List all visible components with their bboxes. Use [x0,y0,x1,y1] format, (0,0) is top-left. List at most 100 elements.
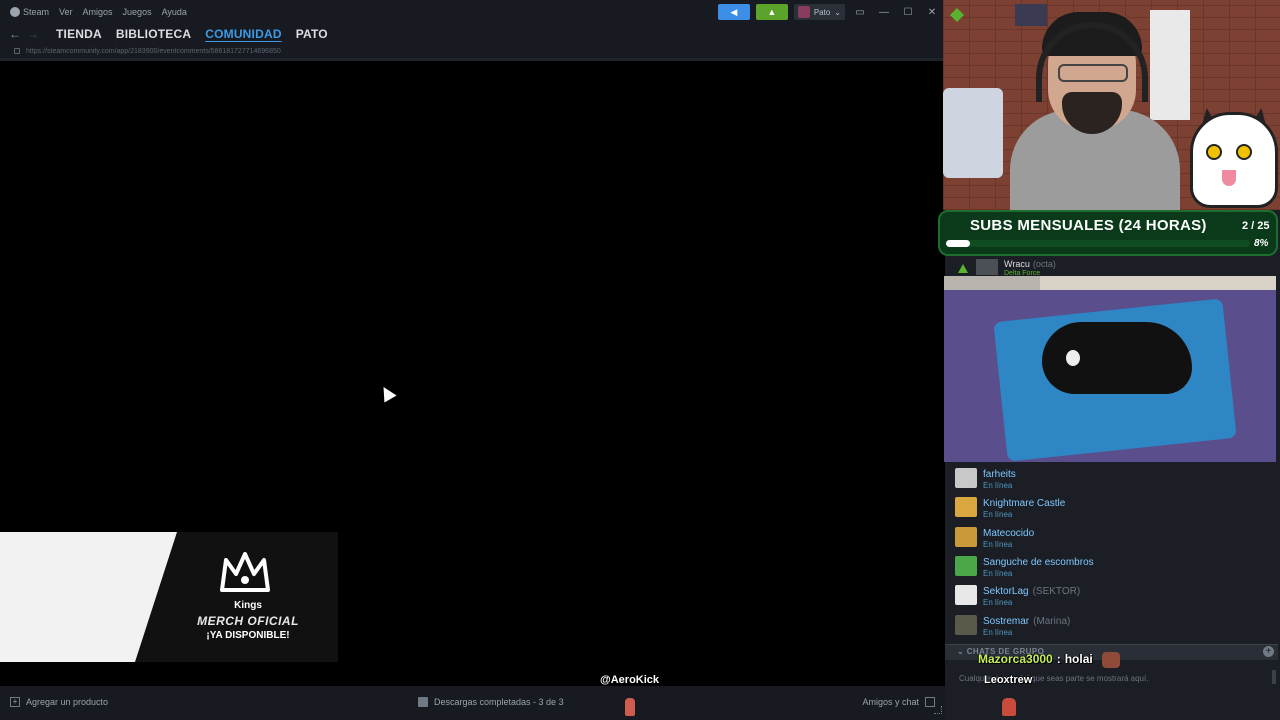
downloads-button[interactable]: Descargas completadas - 3 de 3 [418,697,564,707]
big-picture-button[interactable]: ▭ [851,4,869,20]
megaphone-icon: ◀ [730,6,738,17]
friend-name-label: Wracu [1004,259,1030,269]
subs-goal-count: 2 / 25 [1242,220,1270,232]
lock-icon [14,48,20,54]
friend-name: Sostremar (Marina) [983,616,1070,627]
tab-tienda[interactable]: TIENDA [56,27,102,41]
chevron-down-icon: ⌄ [957,647,967,656]
user-menu[interactable]: Pato ⌄ [793,4,845,20]
user-menu-name: Pato [813,7,831,17]
friends-chat-label: Amigos y chat [862,697,919,707]
friend-status: En línea [983,627,1013,637]
friend-avatar [955,585,977,606]
friend-name-label: farheits [983,469,1016,480]
scrollbar[interactable] [1272,670,1276,684]
menubar-right: ◀ ▲ Pato ⌄ ▭ — ☐ ✕ [717,0,945,24]
tab-biblioteca[interactable]: BIBLIOTECA [116,27,191,41]
add-product-label: Agregar un producto [26,697,109,707]
minimize-button[interactable]: — [875,4,893,20]
friend-row[interactable]: Knightmare Castle En línea [945,495,1280,523]
mini-character-icon [625,698,635,716]
steam-window: Steam Ver Amigos Juegos Ayuda ◀ ▲ Pato ⌄… [0,0,945,720]
shelf [1150,10,1190,120]
maximize-button[interactable]: ☐ [899,4,917,20]
friend-avatar [976,259,998,275]
friend-name: Sanguche de escombros [983,557,1094,568]
menubar: Steam Ver Amigos Juegos Ayuda ◀ ▲ Pato ⌄… [0,0,945,24]
cartoon-cat-eye-left [1206,144,1222,160]
friend-avatar [955,497,977,518]
friend-name-label: SektorLag [983,586,1029,598]
menu-juegos[interactable]: Juegos [123,7,152,17]
webcam-bed [943,88,1003,178]
notifications-button[interactable]: ▲ [755,4,788,20]
announcements-button[interactable]: ◀ [717,4,750,20]
menu-ayuda[interactable]: Ayuda [162,7,187,17]
friend-nick: (SEKTOR) [1032,586,1081,598]
friend-name: Matecocido [983,528,1034,539]
cartoon-cat-eye-right [1236,144,1252,160]
subs-goal-percent: 8% [1254,238,1269,249]
chat-separator: : [1056,652,1061,666]
friend-avatar [955,555,977,576]
tab-pato[interactable]: PATO [296,27,328,41]
friend-name-label: Sanguche de escombros [983,556,1094,568]
bell-icon: ▲ [767,7,777,17]
chat-text: holai [1064,652,1093,666]
subs-goal-title: SUBS MENSUALES (24 HORAS) [970,217,1207,234]
menu-amigos[interactable]: Amigos [83,7,113,17]
back-arrow-icon[interactable]: ← [6,27,24,41]
chat-message: Mazorca3000: holai [978,652,1093,666]
friend-status: En línea [983,481,1013,490]
friend-avatar [955,526,977,547]
menu-steam[interactable]: Steam [10,7,49,17]
screen: Steam Ver Amigos Juegos Ayuda ◀ ▲ Pato ⌄… [0,0,1280,720]
friend-status: En línea [983,568,1013,578]
chevron-down-icon: ⌄ [834,7,841,17]
friend-row[interactable]: Matecocido En línea [945,525,1280,553]
close-button[interactable]: ✕ [923,4,941,20]
friend-row[interactable]: Sostremar (Marina) En línea [945,613,1280,641]
friend-row[interactable]: Sanguche de escombros En línea [945,554,1280,582]
menu-ver[interactable]: Ver [59,7,73,17]
mini-character-icon-2 [1002,698,1016,716]
friend-name-label: Knightmare Castle [983,498,1066,510]
friend-nick: (octa) [1032,259,1056,269]
friend-name-label: Matecocido [983,527,1035,539]
chat-emote-icon [1102,652,1120,668]
add-product-button[interactable]: + Agregar un producto [10,697,108,707]
friend-row[interactable]: farheits En línea [945,466,1280,494]
subs-goal-fill [946,240,970,247]
cartoon-cat-tongue [1222,170,1236,186]
plus-icon: + [10,697,20,707]
in-game-triangle-icon [958,264,968,273]
sleeping-cat [1042,322,1192,394]
friend-name: farheits [983,469,1016,480]
overlay-handle: @AeroKick [600,674,660,686]
close-icon: ✕ [927,6,937,18]
friend-nick: (Marina) [1033,615,1071,627]
forward-arrow-icon[interactable]: → [24,27,42,41]
tab-comunidad[interactable]: COMUNIDAD [205,27,281,41]
maximize-icon: ☐ [903,6,913,18]
friend-row[interactable]: SektorLag (SEKTOR) En línea [945,583,1280,611]
avatar [797,6,810,18]
download-icon [418,697,428,707]
crown-logo-icon [220,552,270,592]
merch-subtitle: ¡YA DISPONIBLE! [206,630,290,641]
merch-brand: Kings [234,600,262,611]
friend-name: SektorLag (SEKTOR) [983,586,1080,597]
navbar: ← → TIENDA BIBLIOTECA COMUNIDAD PATO [0,24,945,44]
resize-grip-icon[interactable] [934,706,942,714]
merch-banner [0,532,338,662]
friend-name: Knightmare Castle [983,498,1065,509]
status-bar: + Agregar un producto Descargas completa… [0,686,945,720]
subs-goal-track [946,240,1250,247]
url-bar[interactable]: https://steamcommunity.com/app/2183900/e… [0,44,945,58]
friend-status: En línea [983,539,1013,549]
url-text: https://steamcommunity.com/app/2183900/e… [26,47,281,55]
friends-chat-button[interactable]: Amigos y chat [862,697,935,707]
sleeping-cat-paw [1066,350,1080,366]
add-group-chat-button[interactable]: + [1263,646,1274,657]
downloads-label: Descargas completadas - 3 de 3 [434,697,564,707]
